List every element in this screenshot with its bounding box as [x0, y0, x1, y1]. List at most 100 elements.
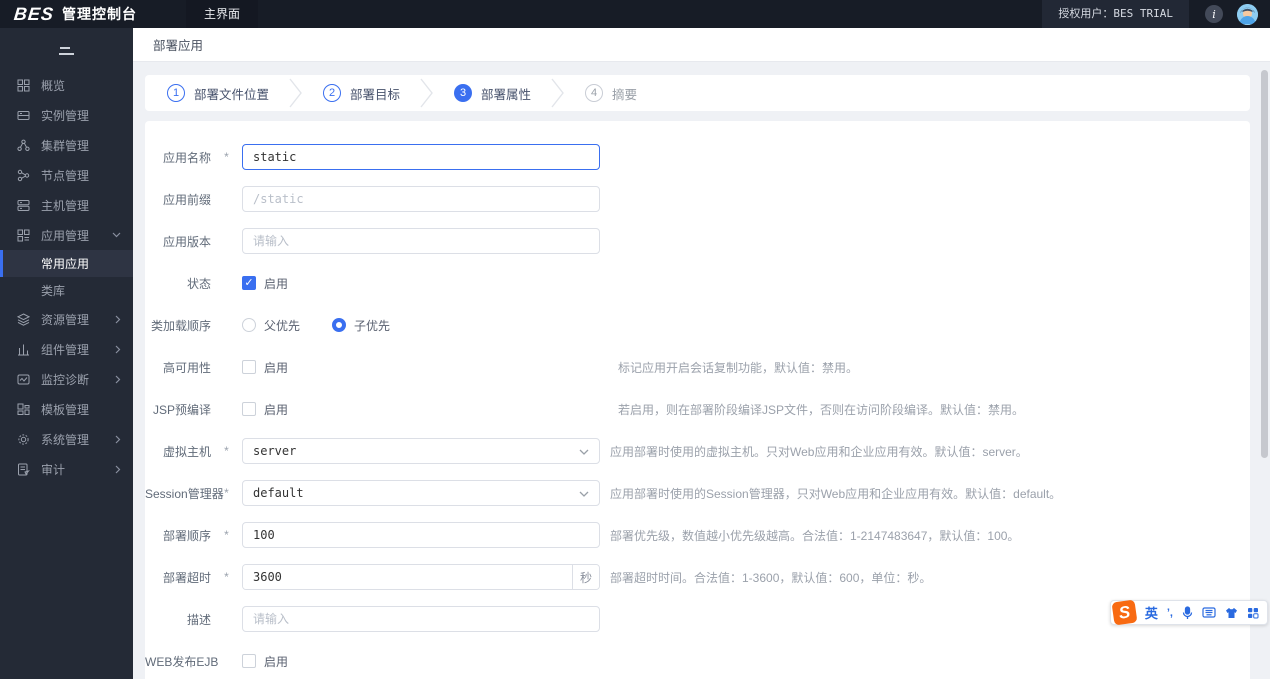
sidebar-item-templates[interactable]: 模板管理: [0, 394, 133, 424]
sidebar-item-nodes[interactable]: 节点管理: [0, 160, 133, 190]
step-separator-chevron-icon: [420, 78, 434, 108]
audit-icon: [17, 463, 30, 476]
sogou-logo-icon[interactable]: S: [1111, 599, 1138, 626]
parent-first-radio[interactable]: [242, 318, 256, 332]
form-row-status: 状态 ✓ 启用: [145, 270, 1250, 296]
app-version-input[interactable]: [242, 228, 600, 254]
sidebar-item-label: 集群管理: [41, 138, 90, 153]
sidebar-item-label: 模板管理: [41, 402, 90, 417]
form-row-session-manager: Session管理器 * default 应用部署时使用的Session管理器，…: [145, 480, 1250, 506]
ime-language-toggle[interactable]: 英: [1145, 603, 1158, 622]
main-content: 部署应用 1 部署文件位置 2 部署目标 3 部署属性 4 摘要 应用名称 * …: [133, 28, 1270, 679]
checkbox-label: 启用: [264, 360, 289, 375]
select-value: default: [253, 486, 304, 500]
bes-console-page: BES 管理控制台 主界面 授权用户：BES TRIAL i 概览 实例管理 集…: [0, 0, 1270, 679]
sidebar-item-components[interactable]: 组件管理: [0, 334, 133, 364]
sidebar-item-clusters[interactable]: 集群管理: [0, 130, 133, 160]
microphone-icon[interactable]: [1182, 605, 1193, 620]
field-help-text: 应用部署时使用的虚拟主机。只对Web应用和企业应用有效。默认值：server。: [610, 444, 1028, 459]
step-number: 1: [167, 84, 185, 102]
deploy-properties-form: 应用名称 * 应用前缀 应用版本 状态 ✓ 启用 类加载顺序: [145, 121, 1250, 679]
sidebar-item-instances[interactable]: 实例管理: [0, 100, 133, 130]
skin-shirt-icon[interactable]: [1225, 607, 1238, 619]
required-asterisk: *: [224, 570, 229, 584]
field-label: 应用版本: [162, 234, 211, 249]
sidebar-item-label: 概览: [41, 78, 66, 93]
vertical-scrollbar[interactable]: [1261, 70, 1268, 458]
web-publish-ejb-checkbox[interactable]: [242, 654, 256, 668]
chevron-down-icon: [112, 232, 121, 238]
field-help-text: 应用部署时使用的Session管理器，只对Web应用和企业应用有效。默认值：de…: [610, 486, 1062, 501]
ha-enable-checkbox[interactable]: [242, 360, 256, 374]
field-label: 描述: [186, 612, 211, 627]
sidebar-item-class-library[interactable]: 类库: [0, 277, 133, 304]
sidebar-item-audit[interactable]: 审计: [0, 454, 133, 484]
step-deploy-file-location[interactable]: 1 部署文件位置: [167, 84, 269, 103]
field-label: 高可用性: [162, 360, 211, 375]
deploy-timeout-input[interactable]: [243, 565, 572, 589]
step-deploy-target[interactable]: 2 部署目标: [323, 84, 400, 103]
description-input[interactable]: [242, 606, 600, 632]
field-label: 应用前缀: [162, 192, 211, 207]
app-prefix-input[interactable]: [242, 186, 600, 212]
status-enabled-checkbox[interactable]: ✓: [242, 276, 256, 290]
instance-icon: [17, 109, 30, 122]
form-row-app-prefix: 应用前缀: [145, 186, 1250, 212]
chevron-right-icon: [115, 315, 121, 324]
child-first-radio[interactable]: [332, 318, 347, 332]
sidebar-item-monitoring[interactable]: 监控诊断: [0, 364, 133, 394]
ime-punctuation-toggle[interactable]: ’,: [1167, 607, 1173, 619]
sidebar-item-common-apps[interactable]: 常用应用: [0, 250, 133, 277]
app-icon: [17, 229, 30, 242]
cluster-icon: [17, 139, 30, 152]
step-label: 部署文件位置: [194, 87, 270, 102]
session-manager-select[interactable]: default: [242, 480, 600, 506]
field-help-text: 标记应用开启会话复制功能，默认值：禁用。: [618, 360, 859, 375]
unit-suffix: 秒: [572, 565, 599, 589]
toolbox-grid-icon[interactable]: [1247, 607, 1259, 619]
virtual-host-select[interactable]: server: [242, 438, 600, 464]
user-avatar[interactable]: [1237, 3, 1258, 25]
sidebar-item-overview[interactable]: 概览: [0, 70, 133, 100]
wizard-steps: 1 部署文件位置 2 部署目标 3 部署属性 4 摘要: [145, 75, 1250, 111]
chevron-right-icon: [115, 375, 121, 384]
step-separator-chevron-icon: [551, 78, 565, 108]
step-summary[interactable]: 4 摘要: [585, 84, 637, 103]
jsp-precompile-checkbox[interactable]: [242, 402, 256, 416]
sidebar-item-label: 常用应用: [41, 257, 90, 271]
field-help-text: 部署优先级，数值越小优先级越高。合法值：1-2147483647，默认值：100…: [610, 528, 1020, 543]
monitor-icon: [17, 373, 30, 386]
field-label: 部署顺序: [162, 528, 211, 543]
sidebar-item-system[interactable]: 系统管理: [0, 424, 133, 454]
required-asterisk: *: [224, 150, 229, 164]
node-icon: [17, 169, 30, 182]
field-label: 应用名称: [162, 150, 211, 165]
sidebar-item-label: 实例管理: [41, 108, 90, 123]
sidebar-collapse-button[interactable]: [0, 36, 133, 66]
app-name-input[interactable]: [242, 144, 600, 170]
sidebar-item-label: 类库: [41, 284, 66, 298]
deploy-order-input[interactable]: [242, 522, 600, 548]
collapse-icon: [59, 47, 70, 49]
step-number: 2: [323, 84, 342, 102]
sidebar-item-resources[interactable]: 资源管理: [0, 304, 133, 334]
info-icon[interactable]: i: [1205, 5, 1223, 23]
sidebar-item-hosts[interactable]: 主机管理: [0, 190, 133, 220]
soft-keyboard-icon[interactable]: [1202, 607, 1216, 618]
sidebar-item-applications[interactable]: 应用管理: [0, 220, 133, 250]
field-label: WEB发布EJB: [145, 654, 219, 669]
form-row-jsp-precompile: JSP预编译 启用 若启用，则在部署阶段编译JSP文件，否则在访问阶段编译。默认…: [145, 396, 1250, 422]
sidebar-item-label: 应用管理: [41, 228, 90, 243]
required-asterisk: *: [224, 486, 229, 500]
step-label: 摘要: [612, 87, 638, 102]
field-label: 虚拟主机: [162, 444, 211, 459]
chevron-right-icon: [115, 465, 121, 474]
tab-main-interface[interactable]: 主界面: [186, 0, 259, 28]
sidebar-item-label: 节点管理: [41, 168, 90, 183]
deploy-timeout-input-group: 秒: [242, 564, 600, 590]
required-asterisk: *: [224, 444, 229, 458]
step-deploy-properties[interactable]: 3 部署属性: [454, 84, 531, 103]
field-help-text: 部署超时时间。合法值：1-3600，默认值：600，单位：秒。: [610, 570, 932, 585]
field-label: 状态: [186, 276, 211, 291]
form-row-web-publish-ejb: WEB发布EJB 启用: [145, 648, 1250, 674]
